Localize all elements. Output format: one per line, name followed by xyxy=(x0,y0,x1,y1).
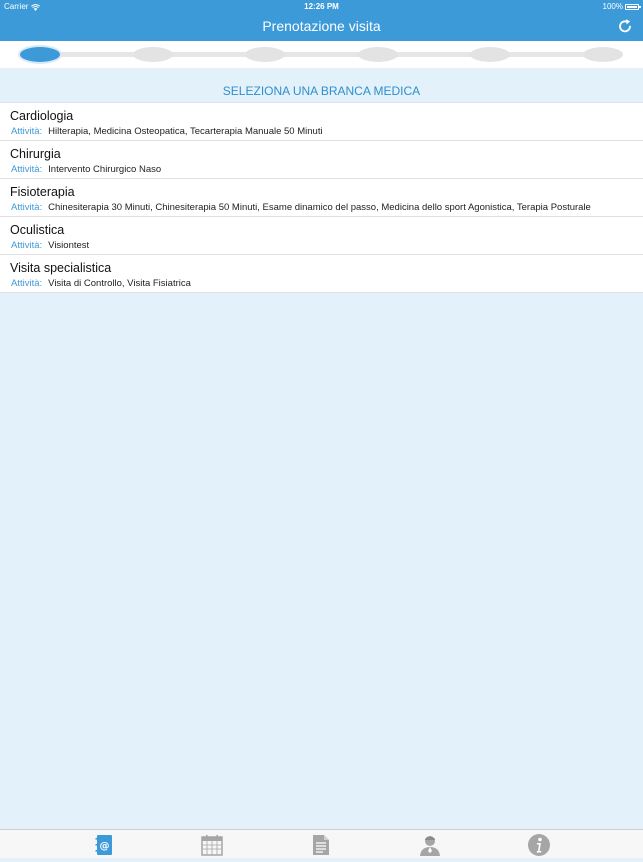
tab-calendar[interactable] xyxy=(200,833,224,857)
calendar-icon xyxy=(201,835,223,856)
list-item-chirurgia[interactable]: Chirurgia Attività: Intervento Chirurgico… xyxy=(0,141,643,179)
section-header: SELEZIONA UNA BRANCA MEDICA xyxy=(0,68,643,103)
tab-doctor[interactable] xyxy=(418,833,442,857)
battery-percent: 100% xyxy=(602,2,623,11)
progress-stepper xyxy=(0,41,643,68)
info-icon xyxy=(528,834,550,856)
stepper-track xyxy=(25,52,618,57)
list-item-oculistica[interactable]: Oculistica Attività: Visiontest xyxy=(0,217,643,255)
branch-name: Visita specialistica xyxy=(10,261,112,275)
branch-name: Oculistica xyxy=(10,223,65,237)
branch-activities: Attività: Intervento Chirurgico Naso xyxy=(11,164,633,175)
branch-activities: Attività: Visiontest xyxy=(11,240,633,251)
tab-info[interactable] xyxy=(527,833,551,857)
activity-label: Attività: xyxy=(11,278,43,289)
activity-label: Attività: xyxy=(11,240,43,251)
activity-list: Hilterapia, Medicina Osteopatica, Tecart… xyxy=(48,126,323,137)
activity-list: Chinesiterapia 30 Minuti, Chinesiterapia… xyxy=(48,202,591,213)
branch-list: Cardiologia Attività: Hilterapia, Medicin… xyxy=(0,103,643,293)
tab-address-book[interactable]: @ xyxy=(92,833,116,857)
step-dot-1 xyxy=(20,47,60,62)
address-book-icon: @ xyxy=(95,835,112,855)
branch-activities: Attività: Hilterapia, Medicina Osteopatic… xyxy=(11,126,633,137)
tab-bar: @ xyxy=(0,829,643,858)
tab-document[interactable] xyxy=(309,833,333,857)
document-icon xyxy=(313,835,329,855)
doctor-icon xyxy=(420,836,440,856)
branch-name: Fisioterapia xyxy=(10,185,75,199)
branch-name: Cardiologia xyxy=(10,109,74,123)
list-item-fisioterapia[interactable]: Fisioterapia Attività: Chinesiterapia 30 … xyxy=(0,179,643,217)
step-dot-6 xyxy=(583,47,623,62)
svg-text:@: @ xyxy=(100,841,110,852)
list-item-visita-specialistica[interactable]: Visita specialistica Attività: Visita di … xyxy=(0,255,643,293)
activity-list: Intervento Chirurgico Naso xyxy=(48,164,162,175)
step-dot-4 xyxy=(357,47,398,62)
section-title: SELEZIONA UNA BRANCA MEDICA xyxy=(222,84,421,98)
status-battery: 100% xyxy=(602,2,641,12)
refresh-button[interactable] xyxy=(616,17,634,35)
branch-activities: Attività: Visita di Controllo, Visita Fis… xyxy=(11,278,633,289)
navigation-bar: Carrier 12:26 PM 100% Prenotazione visit… xyxy=(0,0,643,41)
battery-icon xyxy=(625,4,641,10)
step-dot-3 xyxy=(245,47,286,62)
refresh-icon xyxy=(619,19,631,33)
activity-label: Attività: xyxy=(11,164,43,175)
branch-activities: Attività: Chinesiterapia 30 Minuti, Chine… xyxy=(11,202,633,213)
step-dot-5 xyxy=(470,47,511,62)
list-item-cardiologia[interactable]: Cardiologia Attività: Hilterapia, Medicin… xyxy=(0,103,643,141)
page-title: Prenotazione visita xyxy=(262,18,381,34)
activity-label: Attività: xyxy=(11,126,43,137)
activity-label: Attività: xyxy=(11,202,43,213)
branch-name: Chirurgia xyxy=(10,147,61,161)
activity-list: Visiontest xyxy=(48,240,90,251)
activity-list: Visita di Controllo, Visita Fisiatrica xyxy=(48,278,191,289)
step-dot-2 xyxy=(132,47,173,62)
status-time: 12:26 PM xyxy=(304,2,339,11)
